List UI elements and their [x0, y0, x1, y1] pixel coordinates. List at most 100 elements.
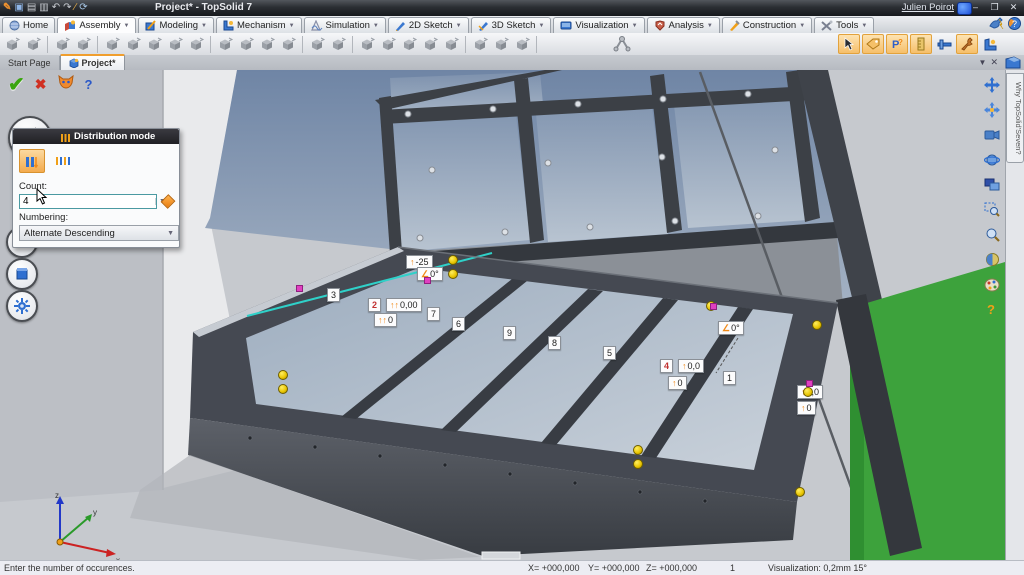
anchor-pin-handle[interactable] [633, 459, 643, 469]
ribbon-tab-analysis[interactable]: Analysis▼ [647, 17, 720, 33]
snap-point-marker[interactable] [710, 303, 717, 310]
toolbar-tool-icon[interactable] [378, 35, 398, 53]
orbit-icon[interactable] [983, 151, 1001, 168]
viz-help-icon[interactable]: ? [983, 301, 1001, 318]
clamp-icon[interactable] [934, 35, 954, 53]
brush-icon[interactable]: ✎ [3, 1, 11, 15]
dropdown-icon[interactable]: ▼ [861, 23, 867, 29]
workspace-icon[interactable]: ▥ [39, 1, 48, 15]
dimension-value-label[interactable]: ↑0 [797, 401, 816, 415]
ribbon-tab-visualization[interactable]: Visualization▼ [553, 17, 644, 33]
wrench-tool-icon[interactable] [956, 34, 978, 54]
settings-gear-button[interactable] [6, 290, 38, 322]
appearance-icon[interactable] [983, 276, 1001, 293]
numbering-select[interactable]: Alternate Descending ▼ [19, 225, 179, 241]
ribbon-tab-home[interactable]: Home [2, 17, 55, 33]
user-account-link[interactable]: Julien Poirot [902, 2, 954, 13]
pan-icon[interactable] [983, 76, 1001, 93]
toolbar-tool-icon[interactable] [52, 35, 72, 53]
refresh-icon[interactable]: ⟳ [79, 1, 87, 15]
ribbon-tab-construction[interactable]: Construction▼ [722, 17, 812, 33]
camera-icon[interactable] [983, 126, 1001, 143]
dropdown-icon[interactable]: ▼ [456, 23, 462, 29]
ribbon-tab-simulation[interactable]: Simulation▼ [304, 17, 386, 33]
toolbar-tool-icon[interactable] [236, 35, 256, 53]
toolbar-tool-icon[interactable] [420, 35, 440, 53]
dropdown-icon[interactable]: ▼ [632, 23, 638, 29]
toolbar-tool-icon[interactable] [215, 35, 235, 53]
dropdown-icon[interactable]: ▼ [124, 23, 130, 29]
dialog-header[interactable]: Distribution mode [13, 129, 179, 144]
dimension-value-label[interactable]: ∠0° [718, 321, 744, 335]
ribbon-tab-2d-sketch[interactable]: 2D Sketch▼ [388, 17, 469, 33]
toolbar-tool-icon[interactable] [144, 35, 164, 53]
dropdown-icon[interactable]: ▼ [538, 23, 544, 29]
toolbar-tool-icon[interactable] [165, 35, 185, 53]
dimension-value-label[interactable]: ↑0 [668, 376, 687, 390]
save-icon[interactable]: ▣ [14, 1, 23, 15]
pan-alt-icon[interactable] [983, 101, 1001, 118]
pen-icon[interactable]: ∕ [75, 1, 77, 15]
fox-icon[interactable] [57, 74, 75, 95]
anchor-pin-handle[interactable] [803, 387, 813, 397]
tag-icon[interactable] [862, 34, 884, 54]
dropdown-icon[interactable]: ▼ [201, 23, 207, 29]
minimize-button[interactable]: – [967, 1, 984, 13]
close-button[interactable]: ✕ [1005, 1, 1022, 13]
dimension-value-label[interactable]: 4 [660, 359, 673, 373]
parameter-diamond-icon[interactable] [161, 194, 176, 209]
zoom-icon[interactable] [983, 226, 1001, 243]
anchor-pin-handle[interactable] [278, 370, 288, 380]
anchor-pin-handle[interactable] [278, 384, 288, 394]
ribbon-tab-assembly[interactable]: Assembly▼ [57, 17, 136, 33]
undo-icon[interactable]: ↶ [52, 1, 60, 15]
ribbon-tab-3d-sketch[interactable]: 3D Sketch▼ [471, 17, 552, 33]
toolbar-tool-icon[interactable] [278, 35, 298, 53]
ruler-icon[interactable] [910, 34, 932, 54]
tab-list-icon[interactable]: ▼ [979, 58, 987, 67]
toolbar-tool-icon[interactable] [328, 35, 348, 53]
open-folder-icon[interactable]: ▤ [27, 1, 36, 15]
dropdown-icon[interactable]: ▼ [373, 23, 379, 29]
render-style-icon[interactable] [983, 251, 1001, 268]
zoom-window-icon[interactable] [983, 201, 1001, 218]
viewport-3d[interactable]: z y x ↑-25∠0°32↑↑0,007↑↑069854↑0,0↑0∠0°1… [0, 70, 1024, 560]
display-mode-icon[interactable] [983, 176, 1001, 193]
toolbar-tool-icon[interactable] [357, 35, 377, 53]
toolbar-tool-icon[interactable] [73, 35, 93, 53]
ribbon-tab-mechanism[interactable]: Mechanism▼ [216, 17, 302, 33]
restore-button[interactable]: ❐ [986, 1, 1003, 13]
command-help-icon[interactable]: ? [85, 77, 93, 92]
tab-project[interactable]: Project* [60, 54, 125, 70]
toolbar-tool-icon[interactable] [257, 35, 277, 53]
toolbar-tool-icon[interactable] [491, 35, 511, 53]
toolbar-tool-icon[interactable] [23, 35, 43, 53]
toolbar-tool-icon[interactable] [470, 35, 490, 53]
redo-icon[interactable]: ↷ [63, 1, 71, 15]
dropdown-icon[interactable]: ▼ [707, 23, 713, 29]
tab-start-page[interactable]: Start Page [0, 56, 60, 70]
snap-point-marker[interactable] [806, 380, 813, 387]
dropdown-icon[interactable]: ▼ [289, 23, 295, 29]
anchor-pin-handle[interactable] [448, 255, 458, 265]
anchor-pin-handle[interactable] [795, 487, 805, 497]
anchor-pin-handle[interactable] [812, 320, 822, 330]
ribbon-tab-modeling[interactable]: Modeling▼ [138, 17, 214, 33]
why-topsolid-vertical-tab[interactable]: Why TopSolid'Seven? [1006, 73, 1024, 163]
toolbar-tool-icon[interactable] [441, 35, 461, 53]
dimension-value-label[interactable]: ↑0,0 [678, 359, 704, 373]
ribbon-tab-tools[interactable]: Tools▼ [814, 17, 874, 33]
snap-point-marker[interactable] [424, 277, 431, 284]
toolbar-tool-icon[interactable] [307, 35, 327, 53]
part-icon[interactable] [980, 35, 1000, 53]
dimension-value-label[interactable]: 2 [368, 298, 381, 312]
toolbar-tool-icon[interactable] [512, 35, 532, 53]
close-document-icon[interactable]: ✕ [990, 57, 998, 68]
toolbar-tool-icon[interactable] [186, 35, 206, 53]
anchor-pin-handle[interactable] [633, 445, 643, 455]
mode-spacing-button[interactable] [51, 150, 75, 172]
solid-tool-button[interactable] [6, 258, 38, 290]
toolbar-tool-icon[interactable] [123, 35, 143, 53]
dimension-value-label[interactable]: ↑↑0,00 [386, 298, 422, 312]
toolbar-tool-icon[interactable] [2, 35, 22, 53]
